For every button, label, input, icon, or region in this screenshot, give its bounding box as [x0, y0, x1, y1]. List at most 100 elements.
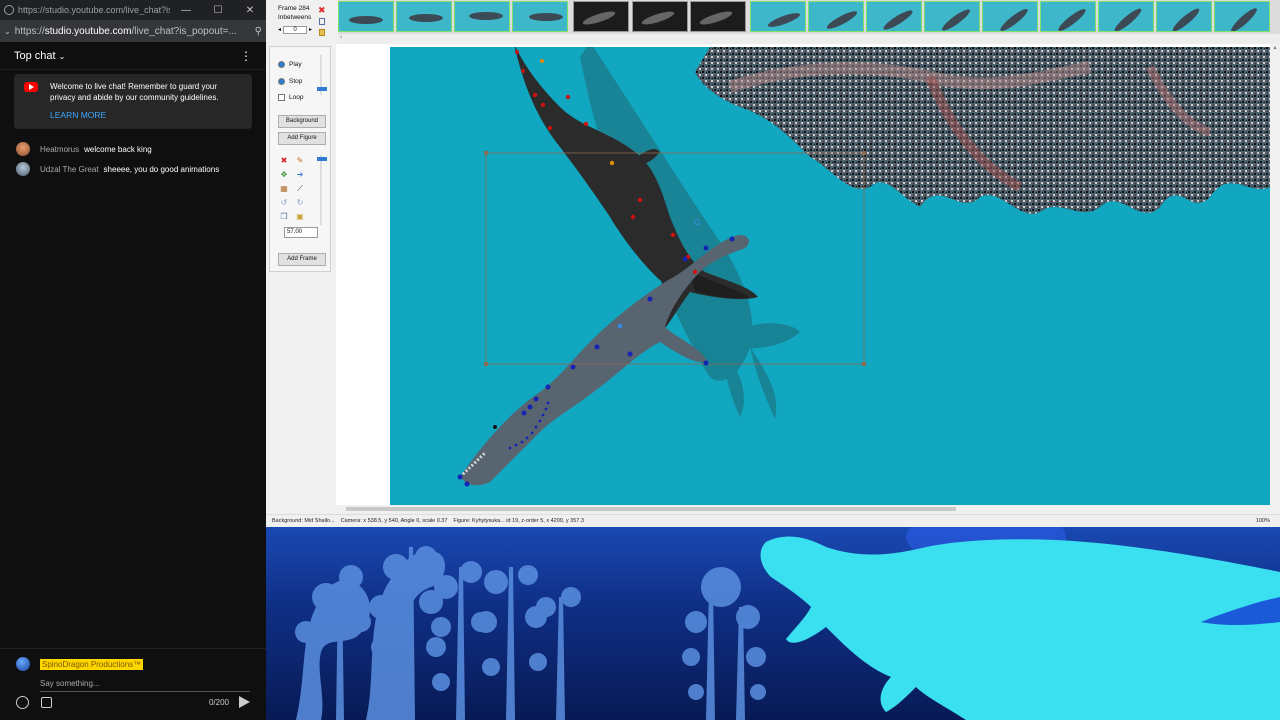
learn-more-link[interactable]: LEARN MORE — [50, 110, 106, 121]
maximize-button[interactable]: ☐ — [202, 5, 234, 16]
stage-drawing[interactable] — [390, 47, 1270, 507]
status-background: Background: Mid Shallo... — [272, 518, 335, 524]
youtube-logo-icon — [24, 82, 38, 92]
selection-handle[interactable] — [862, 362, 866, 366]
rotate-right-icon[interactable]: ↻ — [296, 199, 304, 207]
play-radio[interactable]: Play — [278, 61, 302, 68]
zoom-level: 100% — [1255, 518, 1270, 524]
frame-thumbnail[interactable] — [573, 1, 629, 32]
glowing-whale-silhouette — [760, 536, 1280, 720]
current-user: SpinoDragon Productions™ — [16, 657, 144, 671]
frame-thumbnail[interactable] — [338, 1, 394, 32]
frame-thumbnail[interactable] — [1098, 1, 1154, 32]
preview-scene — [295, 527, 1280, 720]
emoji-icon[interactable] — [16, 695, 29, 709]
notice-text: Welcome to live chat! Remember to guard … — [50, 82, 219, 102]
chat-input-area: SpinoDragon Productions™ Say something..… — [0, 648, 266, 720]
delete-icon[interactable]: ✖ — [280, 157, 288, 165]
frame-thumbnail[interactable] — [1156, 1, 1212, 32]
frame-thumbnail[interactable] — [1214, 1, 1270, 32]
radio-icon — [278, 61, 285, 68]
message-text: sheeee, you do good animations — [103, 164, 220, 174]
frame-thumbnail[interactable] — [866, 1, 922, 32]
coral-reef[interactable] — [695, 47, 1270, 214]
close-window-button[interactable]: ✕ — [234, 5, 266, 16]
add-frame-button[interactable]: Add Frame — [278, 253, 326, 266]
frame-thumbnail[interactable] — [982, 1, 1038, 32]
canvas-vertical-scrollbar[interactable]: ▴ — [1270, 44, 1280, 510]
search-icon[interactable]: ⚲ — [255, 26, 262, 37]
tool-panel: Play Stop Loop Background Add Figure ✖ ✎… — [269, 46, 331, 272]
inbetweens-stepper[interactable]: ◂ 0 ▸ — [278, 25, 336, 34]
eye — [493, 425, 497, 429]
char-count: 0/200 — [208, 697, 229, 707]
tab-title: https://studio.youtube.com/live_chat?is_… — [18, 5, 170, 15]
chevron-left-icon[interactable]: ‹ — [340, 34, 342, 41]
arrow-icon[interactable]: ➔ — [296, 171, 304, 179]
more-options-icon[interactable]: ⋮ — [240, 49, 252, 63]
kelp-plants — [295, 546, 766, 720]
message-author[interactable]: Udzal The Great — [40, 165, 99, 174]
chat-mode-dropdown[interactable]: Top chat ⌄ — [14, 50, 240, 62]
input-underline — [40, 691, 250, 692]
selection-handle[interactable] — [862, 151, 866, 155]
timeline-scrollbar[interactable]: ‹ — [338, 34, 1280, 44]
chat-message: Heatmorus welcome back king — [0, 139, 266, 159]
address-bar[interactable]: ⌄ https://studio.youtube.com/live_chat?i… — [0, 20, 266, 42]
frame-thumbnail[interactable] — [512, 1, 568, 32]
add-figure-button[interactable]: Add Figure — [278, 132, 326, 145]
rotate-left-icon[interactable]: ↺ — [280, 199, 288, 207]
message-text: welcome back king — [84, 144, 152, 154]
speed-slider[interactable] — [317, 55, 327, 95]
chat-header: Top chat ⌄ ⋮ — [0, 42, 266, 70]
message-author[interactable]: Heatmorus — [40, 145, 79, 154]
browser-title-bar: https://studio.youtube.com/live_chat?is_… — [0, 0, 266, 20]
scale-input[interactable]: 57.00 — [284, 227, 318, 238]
frame-thumbnail[interactable] — [924, 1, 980, 32]
chat-input[interactable]: Say something... — [40, 679, 100, 688]
copy-frame-icon[interactable] — [319, 18, 325, 25]
minimize-button[interactable]: — — [170, 5, 202, 16]
scrollbar-thumb[interactable] — [346, 507, 956, 511]
frame-thumbnail[interactable] — [808, 1, 864, 32]
paste-frame-icon[interactable] — [319, 29, 325, 36]
selection-handle[interactable] — [484, 151, 488, 155]
loop-checkbox[interactable]: Loop — [278, 94, 303, 101]
frame-thumbnail[interactable] — [632, 1, 688, 32]
canvas-horizontal-scrollbar[interactable] — [336, 505, 1270, 513]
stop-radio[interactable]: Stop — [278, 78, 302, 85]
paste-icon[interactable]: ▣ — [296, 213, 304, 221]
status-camera: Camera: x 538.5, y 540, Angle 0, scale 0… — [340, 518, 448, 524]
frame-thumbnail[interactable] — [690, 1, 746, 32]
animation-stage[interactable] — [390, 47, 1270, 507]
chevron-down-icon: ⌄ — [58, 51, 66, 61]
welcome-notice: Welcome to live chat! Remember to guard … — [14, 74, 252, 129]
selection-handle[interactable] — [484, 362, 488, 366]
move-icon[interactable]: ✥ — [280, 171, 288, 179]
chevron-up-icon[interactable]: ▴ — [1273, 45, 1276, 51]
chevron-down-icon[interactable]: ⌄ — [4, 27, 11, 36]
inbetweens-input[interactable]: 0 — [283, 25, 308, 34]
avatar — [16, 657, 30, 671]
delete-frame-icon[interactable]: ✖ — [318, 5, 326, 16]
super-chat-icon[interactable] — [41, 696, 52, 708]
grid-icon[interactable]: ▦ — [280, 185, 288, 193]
url-text[interactable]: https://studio.youtube.com/live_chat?is_… — [15, 26, 255, 37]
line-tool-icon[interactable]: ⟋ — [296, 185, 304, 193]
frame-thumbnail[interactable] — [396, 1, 452, 32]
frame-thumbnail[interactable] — [750, 1, 806, 32]
avatar[interactable] — [16, 142, 30, 156]
timeline-strip[interactable] — [338, 0, 1280, 34]
send-icon[interactable] — [239, 696, 250, 708]
copy-icon[interactable]: ❐ — [280, 213, 288, 221]
pencil-icon[interactable]: ✎ — [296, 157, 304, 165]
scale-slider[interactable] — [317, 155, 327, 225]
background-button[interactable]: Background — [278, 115, 326, 128]
chevron-left-icon[interactable]: ◂ — [278, 26, 281, 33]
avatar[interactable] — [16, 162, 30, 176]
current-user-name: SpinoDragon Productions™ — [40, 658, 144, 670]
chevron-right-icon[interactable]: ▸ — [309, 26, 312, 33]
frame-thumbnail[interactable] — [1040, 1, 1096, 32]
frame-thumbnail[interactable] — [454, 1, 510, 32]
status-bar: Background: Mid Shallo... Camera: x 538.… — [266, 514, 1280, 527]
